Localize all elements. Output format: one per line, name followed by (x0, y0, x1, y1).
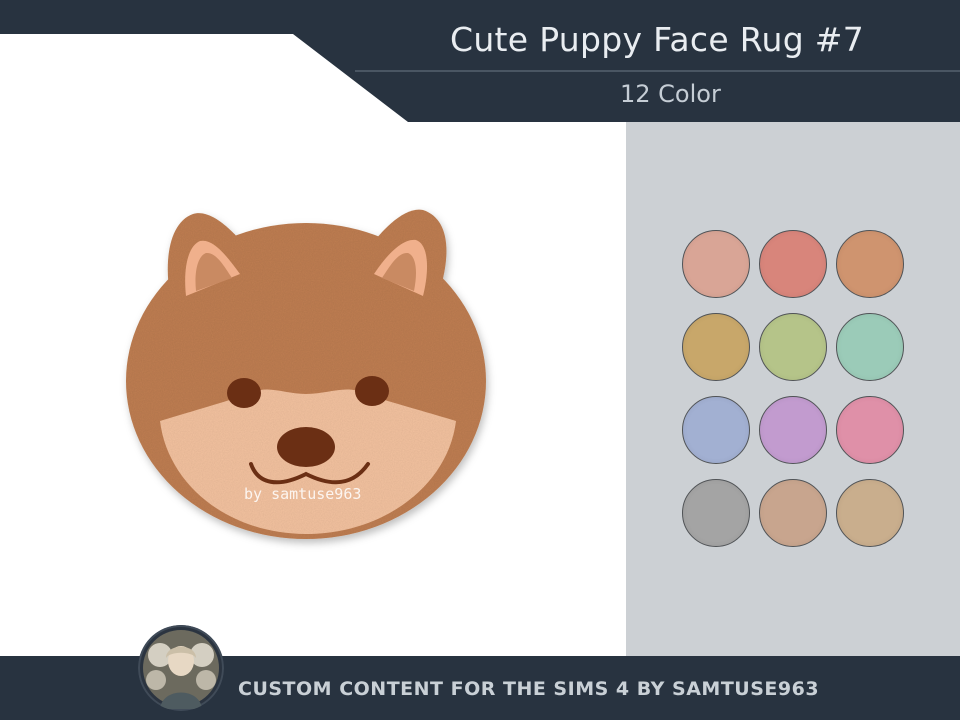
color-swatch-2[interactable] (759, 230, 827, 298)
right-eye (355, 376, 389, 406)
puppy-face-rug-image: by samtuse963 (126, 209, 486, 539)
color-swatch-8[interactable] (759, 396, 827, 464)
color-swatch-4[interactable] (682, 313, 750, 381)
color-swatch-7[interactable] (682, 396, 750, 464)
color-count-subtitle: 12 Color (620, 80, 721, 108)
footer-credit-text: CUSTOM CONTENT FOR THE SIMS 4 BY SAMTUSE… (238, 678, 820, 700)
color-swatch-6[interactable] (836, 313, 904, 381)
header-banner (0, 0, 960, 122)
page-title: Cute Puppy Face Rug #7 (450, 20, 864, 59)
color-swatch-1[interactable] (682, 230, 750, 298)
rug-watermark: by samtuse963 (244, 485, 361, 503)
avatar-flower-lower-left (146, 670, 166, 690)
color-swatch-10[interactable] (682, 479, 750, 547)
color-swatch-9[interactable] (836, 396, 904, 464)
left-eye (227, 378, 261, 408)
nose (277, 427, 335, 467)
header-banner-shape (0, 0, 960, 122)
color-swatch-grid (682, 230, 908, 547)
color-swatch-11[interactable] (759, 479, 827, 547)
color-swatch-3[interactable] (836, 230, 904, 298)
avatar-flower-lower-right (196, 670, 216, 690)
doll-portrait-icon (138, 625, 224, 711)
color-swatch-5[interactable] (759, 313, 827, 381)
color-swatch-12[interactable] (836, 479, 904, 547)
